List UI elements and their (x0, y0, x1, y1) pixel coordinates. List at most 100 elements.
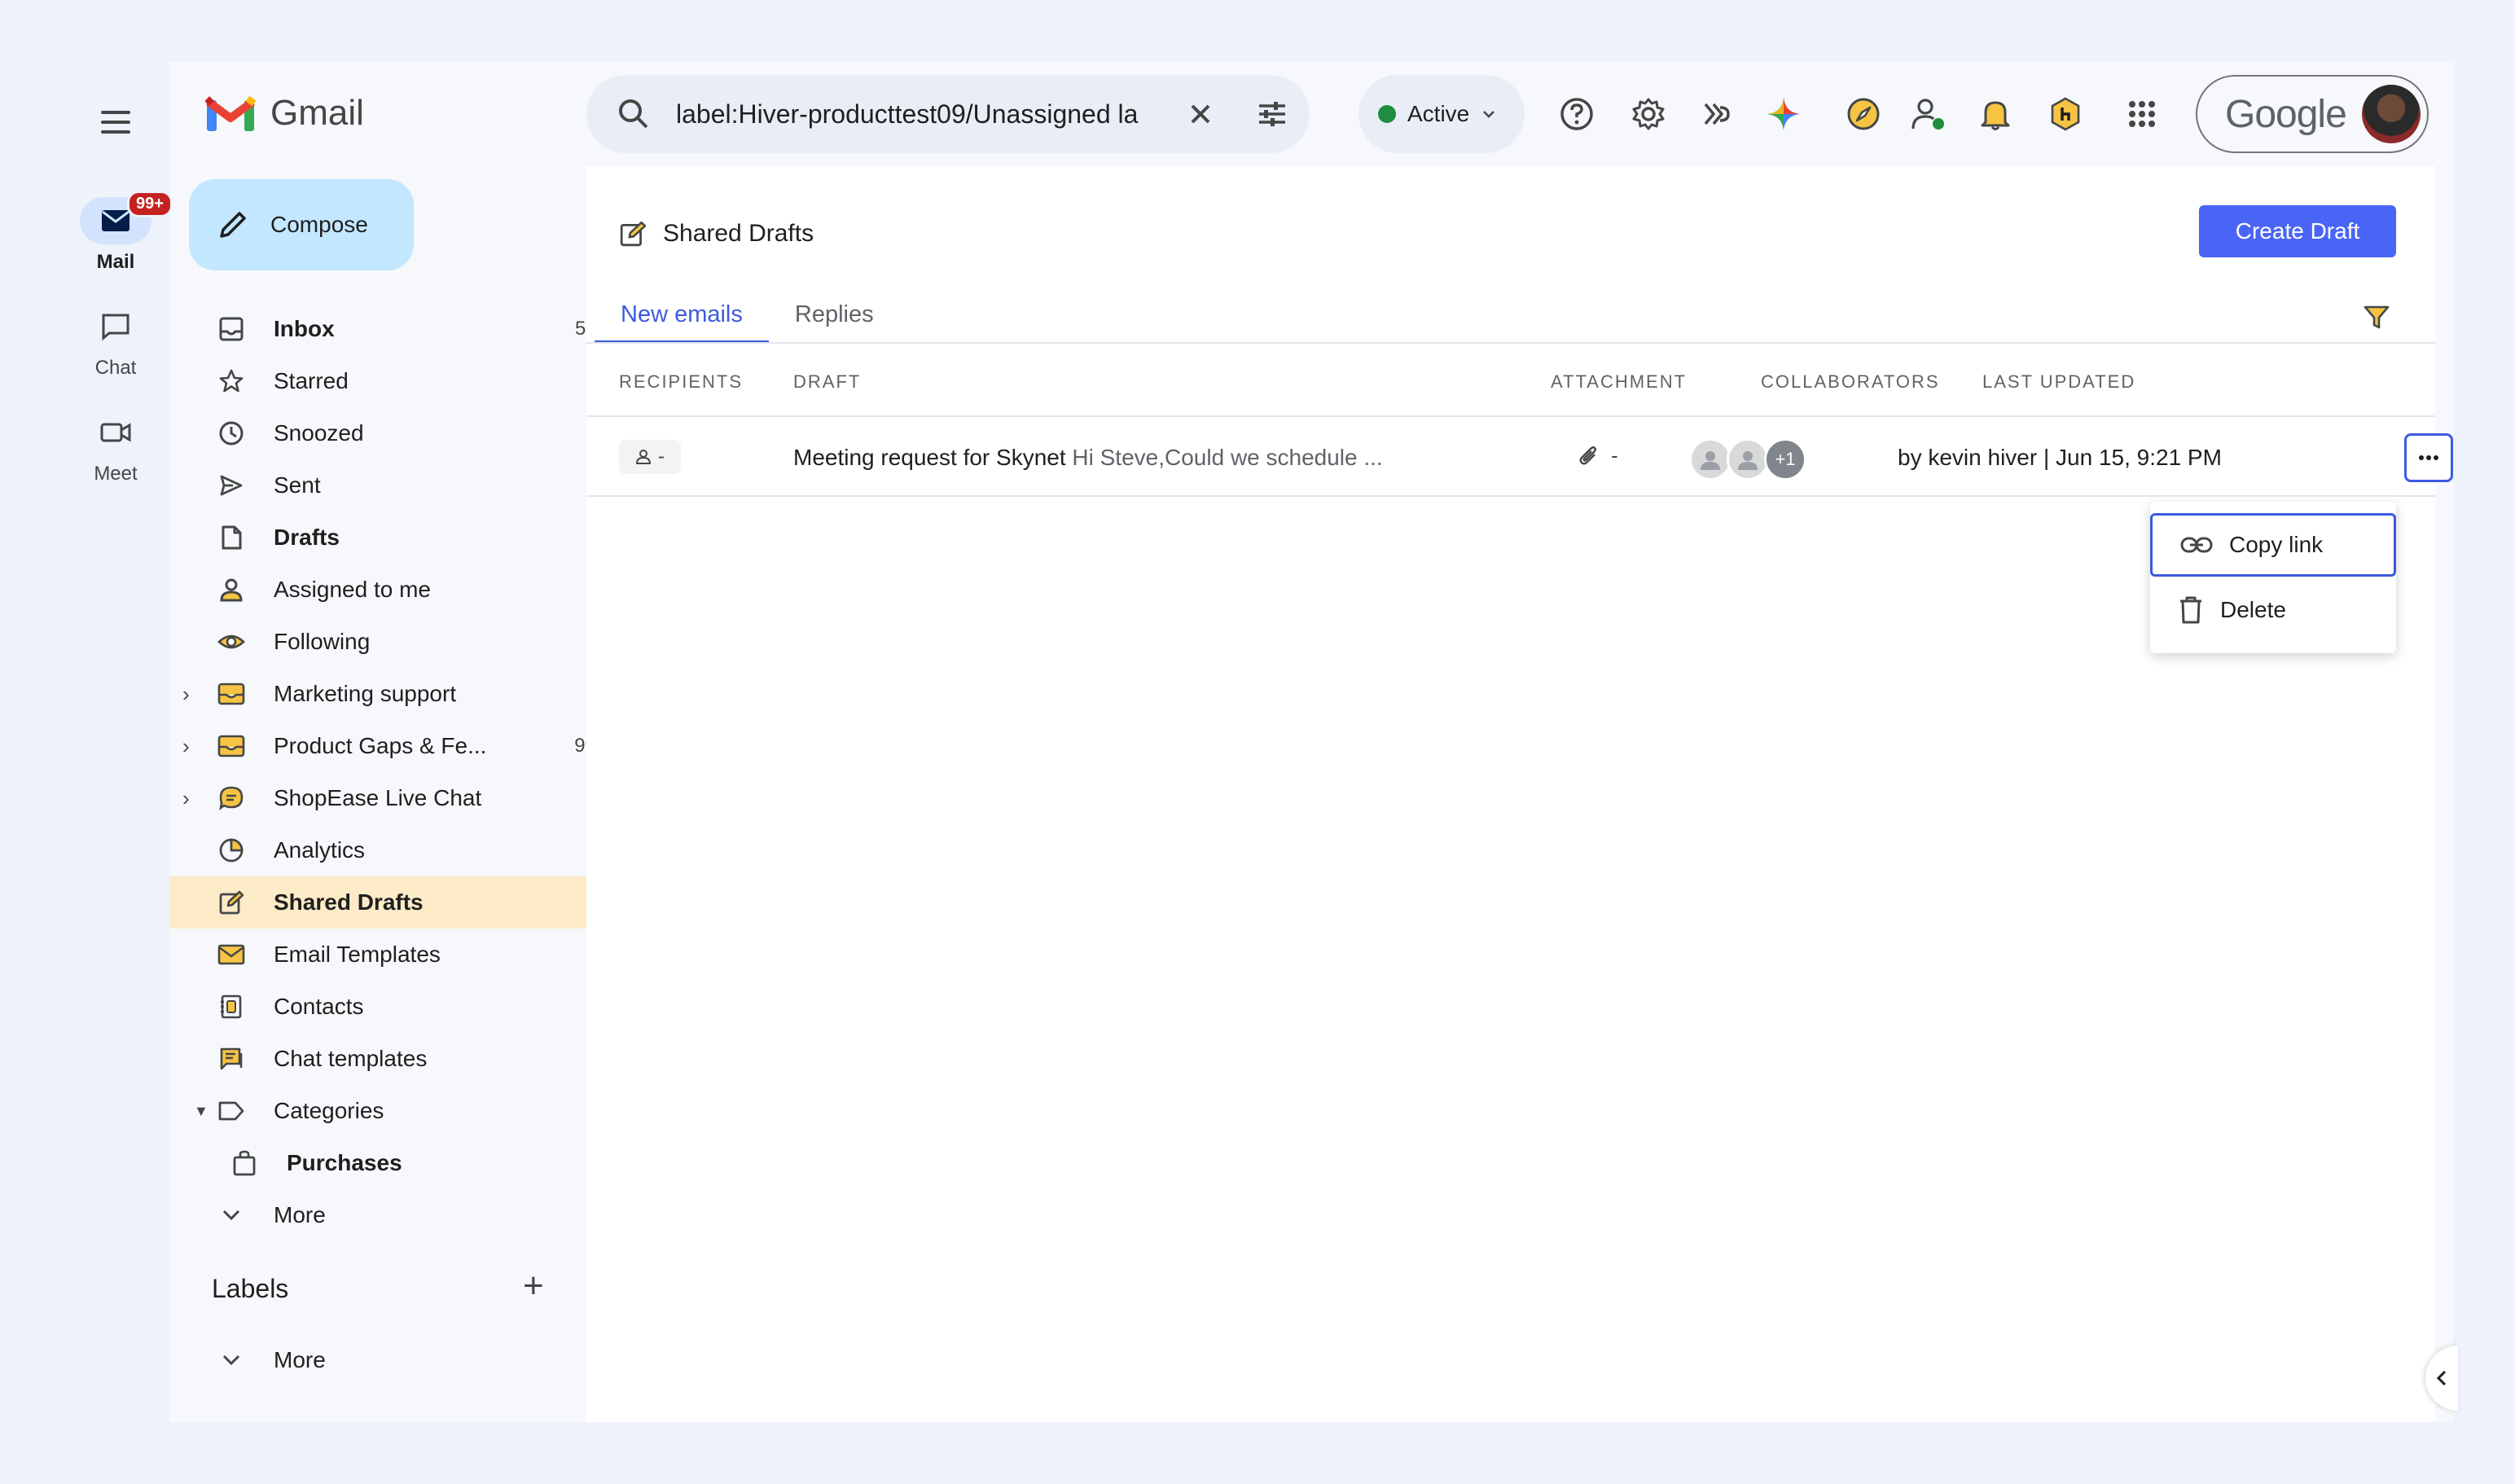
nav-item-email-templates[interactable]: Email Templates (169, 929, 629, 981)
create-draft-button[interactable]: Create Draft (2199, 205, 2396, 257)
search-icon[interactable] (614, 94, 653, 138)
nav-item-sent[interactable]: Sent (169, 459, 629, 511)
hiver-chevrons-icon[interactable] (1697, 94, 1736, 134)
nav-item-snoozed[interactable]: Snoozed (169, 407, 629, 459)
user-status-icon[interactable] (1909, 94, 1948, 134)
caret-down-icon[interactable]: ▼ (194, 1103, 208, 1120)
table-header: RECIPIENTS DRAFT ATTACHMENT COLLABORATOR… (586, 344, 2435, 417)
notification-bell-icon[interactable] (1976, 94, 2015, 134)
rail-mail-label: Mail (96, 251, 135, 273)
nav-item-shopease-live-chat[interactable]: › ShopEase Live Chat (169, 772, 629, 824)
search-input[interactable]: label:Hiver-producttest09/Unassigned la (676, 99, 1165, 130)
nav-label: Following (274, 629, 371, 654)
column-header-attachment: ATTACHMENT (1551, 371, 1688, 392)
chevron-right-icon[interactable]: › (182, 734, 190, 759)
gmail-logo[interactable]: Gmail (205, 93, 364, 134)
add-label-icon[interactable]: + (523, 1266, 544, 1306)
nav-item-marketing-support[interactable]: › Marketing support 1 (169, 668, 629, 720)
rail-meet[interactable]: Meet (62, 409, 169, 485)
nav-item-following[interactable]: Following (169, 616, 629, 668)
compass-icon[interactable] (1844, 94, 1883, 134)
help-icon[interactable] (1557, 94, 1596, 134)
apps-grid-icon[interactable] (2122, 94, 2162, 134)
nav-label: Categories (274, 1098, 384, 1123)
delete-label: Delete (2220, 597, 2286, 622)
label-icon (215, 1095, 248, 1127)
nav-item-chat-templates[interactable]: Chat templates (169, 1033, 629, 1085)
nav-item-categories[interactable]: ▼ Categories (169, 1085, 629, 1137)
pie-chart-icon (215, 834, 248, 867)
video-camera-icon (100, 423, 131, 442)
nav-item-assigned-to-me[interactable]: Assigned to me (169, 564, 629, 616)
panel-title: Shared Drafts (619, 220, 814, 248)
attachment-value: - (1611, 443, 1618, 468)
chevron-right-icon[interactable]: › (182, 786, 190, 811)
nav-label: Contacts (274, 994, 364, 1019)
chevron-right-icon[interactable]: › (182, 682, 190, 707)
send-icon (215, 469, 248, 502)
google-account-button[interactable]: Google (2196, 75, 2429, 153)
search-options-icon[interactable] (1253, 94, 1292, 138)
google-wordmark: Google (2225, 92, 2347, 136)
mail-icon (102, 210, 129, 231)
nav-item-shared-drafts[interactable]: Shared Drafts (169, 876, 629, 929)
collaborator-avatar (1689, 438, 1732, 481)
chat-icon (102, 314, 129, 340)
collaborators-stack[interactable]: +1 (1689, 438, 1806, 481)
last-updated: by kevin hiver | Jun 15, 9:21 PM (1898, 445, 2222, 470)
labels-heading: Labels (212, 1274, 289, 1303)
table-row[interactable]: - Meeting request for Skynet Hi Steve,Co… (586, 419, 2453, 497)
compose-button[interactable]: Compose (189, 179, 414, 270)
rail-mail[interactable]: 99+ Mail (62, 191, 173, 274)
nav-item-analytics[interactable]: Analytics (169, 824, 629, 876)
recipients-value: - (658, 446, 665, 468)
draft-cell[interactable]: Meeting request for Skynet Hi Steve,Coul… (793, 445, 1396, 471)
nav-item-inbox[interactable]: Inbox 527 (169, 303, 629, 355)
clock-icon (215, 417, 248, 450)
row-context-menu: Copy link Delete (2150, 502, 2396, 653)
recipients-chip[interactable]: - (619, 440, 681, 474)
hiver-extension-icon[interactable] (2046, 94, 2085, 134)
eye-icon (215, 626, 248, 658)
nav-label: Assigned to me (274, 577, 431, 602)
settings-gear-icon[interactable] (1629, 94, 1668, 134)
clear-search-icon[interactable] (1181, 94, 1220, 138)
paperclip-icon (1579, 446, 1596, 464)
filter-icon[interactable] (2362, 303, 2391, 336)
search-bar[interactable]: label:Hiver-producttest09/Unassigned la (586, 75, 1310, 153)
nav-item-more[interactable]: More (169, 1189, 629, 1241)
status-dropdown[interactable]: Active (1358, 75, 1525, 153)
chevron-left-icon (2436, 1370, 2447, 1386)
shopping-bag-icon (228, 1147, 261, 1179)
tab-new-emails[interactable]: New emails (595, 287, 769, 344)
chat-template-icon (215, 1043, 248, 1075)
rail-chat[interactable]: Chat (62, 303, 169, 380)
copy-link-menu-item[interactable]: Copy link (2150, 513, 2396, 577)
mail-badge: 99+ (127, 191, 173, 217)
nav-label: Marketing support (274, 681, 457, 706)
gmail-wordmark: Gmail (270, 93, 364, 133)
rail-chat-label: Chat (94, 357, 137, 379)
more-horizontal-icon (2419, 455, 2438, 460)
main-menu-icon[interactable] (96, 103, 135, 142)
chat-bubble-icon (215, 782, 248, 814)
column-header-draft: DRAFT (793, 371, 862, 392)
delete-menu-item[interactable]: Delete (2150, 578, 2396, 642)
draft-tabs: New emails Replies (595, 287, 900, 344)
tab-replies[interactable]: Replies (769, 287, 900, 342)
nav-item-drafts[interactable]: Drafts 20 (169, 511, 629, 564)
row-more-options-button[interactable] (2404, 433, 2453, 482)
avatar[interactable] (2362, 85, 2421, 143)
nav-label: Drafts (274, 525, 340, 550)
nav-item-purchases[interactable]: Purchases 21 (169, 1137, 629, 1189)
nav-label: ShopEase Live Chat (274, 785, 482, 810)
nav-item-product-gaps[interactable]: › Product Gaps & Fe... 99+ (169, 720, 629, 772)
nav-item-labels-more[interactable]: More (169, 1334, 629, 1386)
nav-item-starred[interactable]: Starred (169, 355, 629, 407)
column-header-recipients: RECIPIENTS (619, 371, 744, 392)
star-icon (215, 365, 248, 397)
nav-item-contacts[interactable]: Contacts (169, 981, 629, 1033)
gemini-sparkle-icon[interactable] (1764, 94, 1803, 134)
labels-more[interactable]: More (169, 1334, 629, 1386)
trash-icon (2180, 596, 2201, 624)
